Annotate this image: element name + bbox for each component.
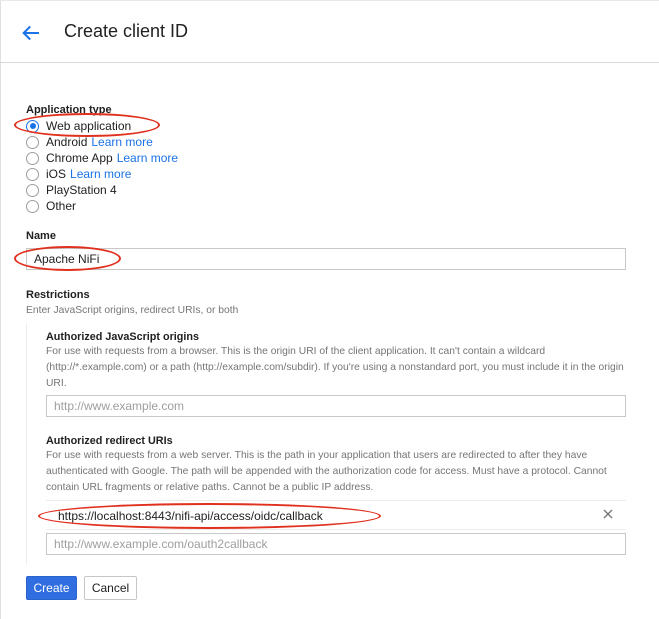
name-input[interactable] — [26, 248, 626, 270]
radio-button-checked[interactable] — [26, 119, 39, 133]
learn-more-link[interactable]: Learn more — [117, 151, 178, 165]
radio-label: PlayStation 4 — [46, 183, 117, 197]
create-button[interactable]: Create — [26, 576, 77, 600]
redirect-uri-entry[interactable]: https://localhost:8443/nifi-api/access/o… — [46, 500, 626, 530]
radio-label: Web application — [46, 119, 132, 133]
js-origins-description: For use with requests from a browser. Th… — [46, 346, 624, 389]
back-button[interactable] — [18, 21, 42, 45]
radio-ios[interactable]: iOS Learn more — [26, 166, 131, 182]
restrictions-divider — [26, 324, 27, 564]
radio-chrome-app[interactable]: Chrome App Learn more — [26, 150, 178, 166]
restrictions-description: Enter JavaScript origins, redirect URIs,… — [26, 305, 239, 316]
learn-more-link[interactable]: Learn more — [70, 167, 131, 181]
radio-label: Android — [46, 135, 88, 149]
radio-button[interactable] — [26, 135, 39, 149]
learn-more-link[interactable]: Learn more — [91, 135, 152, 149]
radio-label: Other — [46, 199, 77, 213]
radio-button[interactable] — [26, 199, 39, 213]
radio-label: iOS — [46, 167, 67, 181]
restrictions-label: Restrictions — [26, 289, 90, 301]
arrow-left-icon — [22, 25, 39, 41]
js-origins-label: Authorized JavaScript origins — [46, 331, 199, 343]
redirect-uris-label: Authorized redirect URIs — [46, 435, 173, 447]
radio-web-application[interactable]: Web application — [26, 118, 131, 134]
radio-button[interactable] — [26, 183, 39, 197]
radio-android[interactable]: Android Learn more — [26, 134, 153, 150]
js-origin-input[interactable] — [46, 395, 626, 417]
application-type-label: Application type — [26, 104, 112, 116]
remove-uri-button[interactable] — [600, 506, 616, 522]
radio-button[interactable] — [26, 167, 39, 181]
radio-button[interactable] — [26, 151, 39, 165]
redirect-uri-input[interactable] — [46, 533, 626, 555]
close-icon — [603, 509, 613, 519]
radio-playstation-4[interactable]: PlayStation 4 — [26, 182, 117, 198]
name-label: Name — [26, 230, 56, 242]
redirect-uris-description: For use with requests from a web server.… — [46, 450, 607, 493]
radio-other[interactable]: Other — [26, 198, 76, 214]
cancel-button[interactable]: Cancel — [84, 576, 137, 600]
radio-label: Chrome App — [46, 151, 113, 165]
page-header: Create client ID — [0, 1, 659, 63]
page-title: Create client ID — [64, 21, 189, 41]
redirect-uri-value: https://localhost:8443/nifi-api/access/o… — [58, 509, 323, 523]
